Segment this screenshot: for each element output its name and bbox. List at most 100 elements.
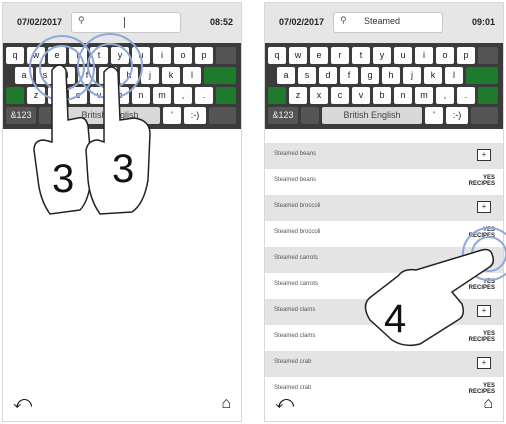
space-key[interactable]: British English — [322, 107, 422, 124]
key-s[interactable]: s — [36, 67, 54, 84]
key-i[interactable]: i — [153, 47, 171, 64]
enter-key[interactable] — [466, 67, 498, 84]
key-g[interactable]: g — [99, 67, 117, 84]
key-5[interactable]: n — [132, 87, 150, 104]
key-o[interactable]: o — [174, 47, 192, 64]
key-l[interactable]: l — [445, 67, 463, 84]
shift-key[interactable] — [268, 87, 286, 104]
key-4[interactable]: b — [111, 87, 129, 104]
key-8[interactable]: . — [457, 87, 475, 104]
key-7[interactable]: , — [436, 87, 454, 104]
key-3[interactable]: v — [90, 87, 108, 104]
key-q[interactable]: q — [268, 47, 286, 64]
key-p[interactable]: p — [195, 47, 213, 64]
key-8[interactable]: . — [195, 87, 213, 104]
shift-key-right[interactable] — [478, 87, 498, 104]
key-d[interactable]: d — [57, 67, 75, 84]
numbers-key[interactable]: &123 — [6, 107, 36, 124]
list-item[interactable]: Steamed carrots YES RECIPES — [265, 273, 503, 299]
key-k[interactable]: k — [424, 67, 442, 84]
key-7[interactable]: , — [174, 87, 192, 104]
add-to-list-icon[interactable]: + — [477, 149, 491, 161]
date-label: 07/02/2017 — [279, 17, 325, 27]
key-d[interactable]: d — [319, 67, 337, 84]
key-e[interactable]: e — [310, 47, 328, 64]
backspace-key[interactable] — [216, 47, 236, 64]
space-key[interactable]: British English — [60, 107, 160, 124]
key-2[interactable]: c — [331, 87, 349, 104]
key-6[interactable]: m — [415, 87, 433, 104]
list-item[interactable]: Steamed clams YES RECIPES — [265, 325, 503, 351]
apostrophe-key[interactable]: ' — [425, 107, 443, 124]
globe-key[interactable] — [39, 107, 57, 124]
key-w[interactable]: w — [289, 47, 307, 64]
key-5[interactable]: n — [394, 87, 412, 104]
key-y[interactable]: y — [111, 47, 129, 64]
add-to-list-icon[interactable]: + — [477, 253, 491, 265]
key-r[interactable]: r — [69, 47, 87, 64]
list-item[interactable]: Steamed beans + — [265, 143, 503, 169]
add-to-list-icon[interactable]: + — [477, 305, 491, 317]
key-y[interactable]: y — [373, 47, 391, 64]
key-4[interactable]: b — [373, 87, 391, 104]
key-i[interactable]: i — [415, 47, 433, 64]
globe-key[interactable] — [301, 107, 319, 124]
list-item[interactable]: Steamed clams + — [265, 299, 503, 325]
settings-key[interactable] — [209, 107, 236, 124]
key-w[interactable]: w — [27, 47, 45, 64]
key-t[interactable]: t — [90, 47, 108, 64]
enter-key[interactable] — [204, 67, 236, 84]
add-to-list-icon[interactable]: + — [477, 201, 491, 213]
key-u[interactable]: u — [132, 47, 150, 64]
key-h[interactable]: h — [382, 67, 400, 84]
home-icon[interactable]: ⌂ — [483, 395, 493, 413]
result-label: Steamed beans — [274, 151, 317, 157]
search-input[interactable]: ⚲ — [71, 12, 181, 33]
shift-key-right[interactable] — [216, 87, 236, 104]
key-j[interactable]: j — [141, 67, 159, 84]
list-item[interactable]: Steamed crab + — [265, 351, 503, 377]
key-3[interactable]: v — [352, 87, 370, 104]
list-item[interactable]: Steamed broccoli YES RECIPES — [265, 221, 503, 247]
key-f[interactable]: f — [340, 67, 358, 84]
key-o[interactable]: o — [436, 47, 454, 64]
home-icon[interactable]: ⌂ — [221, 395, 231, 413]
key-1[interactable]: x — [310, 87, 328, 104]
key-k[interactable]: k — [162, 67, 180, 84]
key-0[interactable]: z — [289, 87, 307, 104]
key-l[interactable]: l — [183, 67, 201, 84]
key-a[interactable]: a — [15, 67, 33, 84]
key-f[interactable]: f — [78, 67, 96, 84]
list-item[interactable]: Steamed beans YES RECIPES — [265, 169, 503, 195]
backspace-key[interactable] — [478, 47, 498, 64]
key-q[interactable]: q — [6, 47, 24, 64]
key-a[interactable]: a — [277, 67, 295, 84]
add-to-list-icon[interactable]: + — [477, 357, 491, 369]
list-item[interactable]: Steamed crab YES RECIPES — [265, 377, 503, 403]
key-1[interactable]: x — [48, 87, 66, 104]
key-h[interactable]: h — [120, 67, 138, 84]
shift-key[interactable] — [6, 87, 24, 104]
key-6[interactable]: m — [153, 87, 171, 104]
settings-key[interactable] — [471, 107, 498, 124]
search-input[interactable]: ⚲ Steamed — [333, 12, 443, 33]
list-item[interactable]: Steamed carrots + — [265, 247, 503, 273]
key-u[interactable]: u — [394, 47, 412, 64]
numbers-key[interactable]: &123 — [268, 107, 298, 124]
apostrophe-key[interactable]: ' — [163, 107, 181, 124]
key-0[interactable]: z — [27, 87, 45, 104]
result-label: Steamed clams — [274, 307, 316, 313]
back-icon[interactable]: ⤺ — [275, 392, 294, 413]
key-g[interactable]: g — [361, 67, 379, 84]
list-item[interactable]: Steamed broccoli + — [265, 195, 503, 221]
key-2[interactable]: c — [69, 87, 87, 104]
back-icon[interactable]: ⤺ — [13, 392, 32, 413]
key-p[interactable]: p — [457, 47, 475, 64]
key-e[interactable]: e — [48, 47, 66, 64]
smiley-key[interactable]: :-) — [184, 107, 206, 124]
key-t[interactable]: t — [352, 47, 370, 64]
key-r[interactable]: r — [331, 47, 349, 64]
key-j[interactable]: j — [403, 67, 421, 84]
smiley-key[interactable]: :-) — [446, 107, 468, 124]
key-s[interactable]: s — [298, 67, 316, 84]
